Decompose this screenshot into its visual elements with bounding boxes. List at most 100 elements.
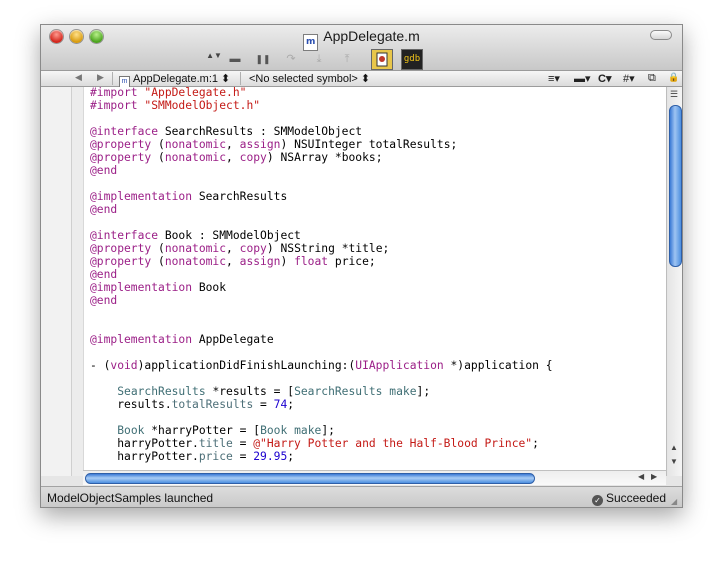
code-token: 74 <box>273 398 288 411</box>
code-line[interactable]: Book *harryPotter = [Book make]; <box>90 424 553 437</box>
gdb-console-button[interactable]: gdb <box>401 49 423 70</box>
code-token: @end <box>90 203 118 216</box>
status-message: ModelObjectSamples launched <box>47 491 214 505</box>
back-arrow-icon[interactable]: ◀ <box>75 72 82 83</box>
code-token: *harryPotter = [ <box>144 424 261 437</box>
debugger-icon[interactable] <box>371 49 393 70</box>
window-title-text: AppDelegate.m <box>323 28 420 44</box>
code-token: ; <box>532 437 539 450</box>
objc-file-icon: m <box>303 34 319 51</box>
code-token: nonatomic <box>164 255 227 268</box>
step-into-icon[interactable]: ⤓ <box>311 51 327 67</box>
code-line[interactable] <box>90 216 553 229</box>
code-line[interactable]: harryPotter.title = @"Harry Potter and t… <box>90 437 553 450</box>
divider <box>240 72 241 85</box>
code-line[interactable]: @end <box>90 164 553 177</box>
line-gutter[interactable] <box>41 87 72 476</box>
code-token: assign <box>239 255 281 268</box>
code-line[interactable]: SearchResults *results = [SearchResults … <box>90 385 553 398</box>
code-line[interactable]: #import "SMModelObject.h" <box>90 99 553 112</box>
code-line[interactable]: @implementation SearchResults <box>90 190 553 203</box>
code-token: @implementation <box>90 190 193 203</box>
code-token: ) NSString *title; <box>266 242 390 255</box>
forward-arrow-icon[interactable]: ▶ <box>97 72 104 83</box>
code-token: copy <box>239 242 267 255</box>
code-line[interactable]: @implementation AppDelegate <box>90 333 553 346</box>
code-token: , <box>226 242 240 255</box>
code-line[interactable] <box>90 177 553 190</box>
scroll-up-arrow-icon[interactable]: ▲ <box>670 443 678 452</box>
code-line[interactable]: @end <box>90 294 553 307</box>
split-view-icon[interactable]: ☰ <box>670 89 678 100</box>
code-token: price; <box>328 255 376 268</box>
scroll-left-arrow-icon[interactable]: ◀ <box>638 472 644 481</box>
code-token: nonatomic <box>164 242 227 255</box>
code-token: *)application { <box>443 359 553 372</box>
code-editor[interactable]: #import "AppDelegate.h" #import "SMModelO… <box>41 87 682 476</box>
code-token: ; <box>287 450 295 463</box>
code-token: @interface <box>90 229 159 242</box>
code-token: - ( <box>90 359 111 372</box>
file-history-popup[interactable]: m AppDelegate.m:1 ⬍ <box>119 72 230 88</box>
source-code[interactable]: #import "AppDelegate.h" #import "SMModelO… <box>90 87 553 463</box>
code-line[interactable]: @property (nonatomic, copy) NSArray *boo… <box>90 151 553 164</box>
code-line[interactable] <box>90 411 553 424</box>
horizontal-scroll-thumb[interactable] <box>85 473 535 484</box>
build-status[interactable]: ✓ Succeeded <box>591 491 666 506</box>
code-line[interactable] <box>90 307 553 320</box>
code-line[interactable]: @end <box>90 203 553 216</box>
code-token: ( <box>151 255 165 268</box>
code-line[interactable] <box>90 320 553 333</box>
debugger-glyph <box>376 52 388 67</box>
code-line[interactable]: results.totalResults = 74; <box>90 398 553 411</box>
horizontal-scrollbar[interactable]: ◀ ▶ <box>83 470 666 485</box>
code-line[interactable]: @property (nonatomic, assign) NSUInteger… <box>90 138 553 151</box>
vertical-scroll-thumb[interactable] <box>669 105 682 267</box>
code-line[interactable]: - (void)applicationDidFinishLaunching:(U… <box>90 359 553 372</box>
code-line[interactable] <box>90 372 553 385</box>
vertical-scrollbar[interactable]: ☰ ▲ ▼ <box>666 87 682 476</box>
code-line[interactable] <box>90 112 553 125</box>
code-token: harryPotter. <box>90 450 199 463</box>
scroll-right-arrow-icon[interactable]: ▶ <box>651 472 657 481</box>
code-line[interactable]: @property (nonatomic, assign) float pric… <box>90 255 553 268</box>
pause-icon[interactable]: ❚❚ <box>255 51 271 67</box>
code-token: ( <box>151 138 165 151</box>
breakpoints-menu-icon[interactable]: ▬▾ <box>574 72 591 85</box>
code-token: @end <box>90 164 118 177</box>
lock-icon[interactable]: 🔒 <box>668 72 679 83</box>
code-token: @implementation <box>90 333 193 346</box>
code-token: ) <box>280 255 295 268</box>
code-token: 29.95 <box>253 450 288 463</box>
code-line[interactable]: harryPotter.price = 29.95; <box>90 450 553 463</box>
resize-grip-icon[interactable]: ◢ <box>671 497 680 506</box>
step-over-icon[interactable]: ↷ <box>283 51 299 67</box>
code-line[interactable]: @property (nonatomic, copy) NSString *ti… <box>90 242 553 255</box>
title-bar: m AppDelegate.m ▲▼ ▬ ❚❚ ↷ ⤓ ⤒ gdb <box>41 25 682 71</box>
code-token: Book : SMModelObject <box>158 229 301 242</box>
symbol-popup[interactable]: <No selected symbol> ⬍ <box>249 72 370 85</box>
code-token: assign <box>239 138 281 151</box>
class-menu-button[interactable]: C▾ <box>598 72 611 85</box>
code-token: price <box>198 450 233 463</box>
code-line[interactable]: @end <box>90 268 553 281</box>
breakpoints-icon[interactable]: ▬ <box>227 51 243 67</box>
pragma-menu-button[interactable]: #▾ <box>623 72 635 85</box>
bookmarks-icon[interactable]: ≡▾ <box>548 72 560 85</box>
folding-ribbon[interactable] <box>72 87 84 476</box>
code-token: @"Harry Potter and the Half-Blood Prince… <box>253 437 533 450</box>
scroll-down-arrow-icon[interactable]: ▼ <box>670 457 678 466</box>
split-editor-icon[interactable]: ⧉ <box>648 72 656 85</box>
code-token: @implementation <box>90 281 193 294</box>
step-out-icon[interactable]: ⤒ <box>339 51 355 67</box>
code-token: @interface <box>90 125 159 138</box>
code-line[interactable]: @interface SearchResults : SMModelObject <box>90 125 553 138</box>
toolbar-toggle-button[interactable] <box>650 30 672 40</box>
code-token: @property <box>90 151 152 164</box>
code-line[interactable] <box>90 346 553 359</box>
code-line[interactable]: @implementation Book <box>90 281 553 294</box>
code-line[interactable]: @interface Book : SMModelObject <box>90 229 553 242</box>
config-stepper[interactable]: ▲▼ <box>206 52 222 68</box>
code-line[interactable]: #import "AppDelegate.h" <box>90 87 553 99</box>
code-token: "AppDelegate.h" <box>144 87 247 99</box>
